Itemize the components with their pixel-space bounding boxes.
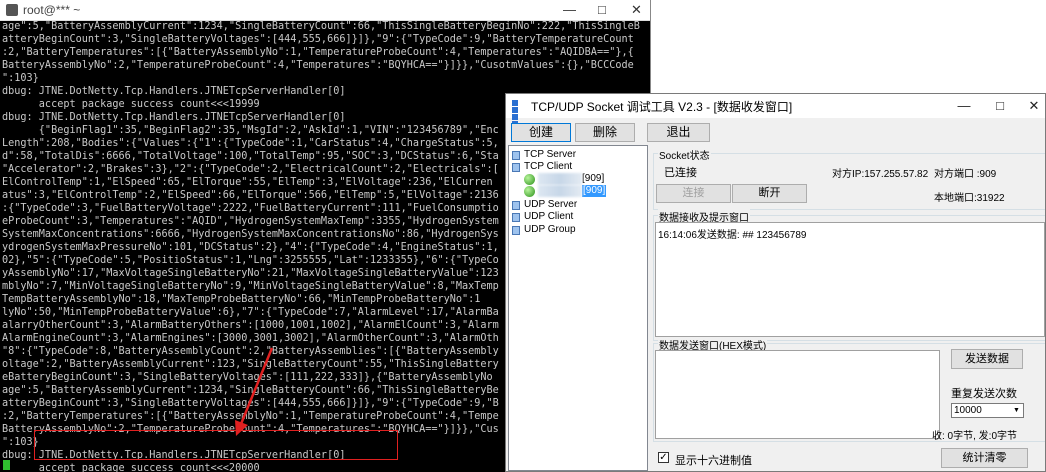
socket-app-icon	[512, 99, 525, 127]
hex-display-label: 显示十六进制值	[675, 455, 752, 467]
repeat-count-select[interactable]: 10000 ▼	[951, 403, 1024, 418]
tree-tcp-server[interactable]: TCP Server	[512, 149, 576, 161]
clear-stats-button[interactable]: 统计清零	[941, 448, 1028, 468]
tree-client-connection-2[interactable]: [909]	[524, 185, 607, 197]
tree-client-connection-1[interactable]: [909]	[524, 173, 604, 185]
tool-maximize-icon[interactable]: □	[993, 98, 1007, 113]
tool-title: TCP/UDP Socket 调试工具 V2.3 - [数据收发窗口]	[531, 99, 793, 114]
minimize-icon[interactable]: —	[563, 2, 576, 17]
dropdown-arrow-icon[interactable]: ▼	[1010, 404, 1023, 417]
receive-content: 16:14:06发送数据: ## 123456789	[658, 230, 807, 241]
byte-stats: 收: 0字节, 发:0字节	[932, 431, 1018, 442]
create-button[interactable]: 创建	[511, 123, 571, 142]
exit-button[interactable]: 退出	[647, 123, 710, 142]
close-icon[interactable]: ✕	[631, 2, 642, 18]
network-icon	[512, 150, 520, 160]
terminal-line: BatteryAssemblyNo":2,"TemperatureProbeCo…	[2, 60, 634, 71]
repeat-count-label: 重复发送次数	[951, 388, 1017, 400]
receive-textarea[interactable]: 16:14:06发送数据: ## 123456789	[655, 222, 1045, 337]
tree-udp-client[interactable]: UDP Client	[512, 211, 573, 223]
tree-udp-server[interactable]: UDP Server	[512, 199, 577, 211]
tree-udp-group[interactable]: UDP Group	[512, 224, 576, 236]
connection-status: 已连接	[664, 167, 697, 179]
network-icon	[512, 162, 520, 172]
connection-status-icon	[524, 185, 535, 197]
send-data-button[interactable]: 发送数据	[951, 349, 1023, 369]
blurred-ip	[538, 185, 582, 197]
blurred-ip	[538, 173, 582, 185]
hex-display-checkbox[interactable]: ✓	[658, 452, 669, 463]
terminal-line: ":103}	[2, 73, 39, 84]
tool-titlebar: TCP/UDP Socket 调试工具 V2.3 - [数据收发窗口] — □ …	[506, 94, 1045, 127]
network-icon	[512, 200, 520, 210]
maximize-icon[interactable]: □	[598, 2, 606, 17]
terminal-title: root@*** ~	[23, 3, 81, 17]
remote-ip: 对方IP:157.255.57.82	[832, 169, 929, 180]
socket-status-label: Socket状态	[658, 147, 711, 162]
tool-close-icon[interactable]: ✕	[1027, 98, 1041, 114]
terminal-cursor	[3, 460, 10, 470]
connection-status-icon	[524, 173, 535, 185]
terminal-line: atteryBeginCount":3,"SingleBatteryVoltag…	[2, 34, 634, 45]
terminal-titlebar: root@*** ~ — □ ✕	[0, 0, 650, 21]
terminal-line: age":5,"BatteryAssemblyCurrent":1234,"Si…	[2, 21, 640, 32]
highlight-box	[34, 430, 398, 460]
terminal-app-icon	[6, 4, 18, 16]
network-icon	[512, 225, 520, 235]
network-icon	[512, 212, 520, 222]
tree-tcp-client[interactable]: TCP Client	[512, 161, 572, 173]
tool-minimize-icon[interactable]: —	[957, 98, 971, 113]
send-textarea[interactable]	[655, 350, 940, 439]
connection-tree[interactable]: TCP Server TCP Client [909] [909] UDP Se…	[508, 145, 648, 471]
delete-button[interactable]: 删除	[575, 123, 635, 142]
socket-tool-window: TCP/UDP Socket 调试工具 V2.3 - [数据收发窗口] — □ …	[505, 93, 1046, 472]
disconnect-button[interactable]: 断开	[732, 184, 807, 203]
local-port: 本地端口:31922	[934, 193, 1005, 204]
connect-button[interactable]: 连接	[656, 184, 731, 203]
remote-port: 对方端口 :909	[934, 169, 997, 180]
terminal-line: :2,"BatteryTemperatures":[{"BatteryAssem…	[2, 47, 634, 58]
